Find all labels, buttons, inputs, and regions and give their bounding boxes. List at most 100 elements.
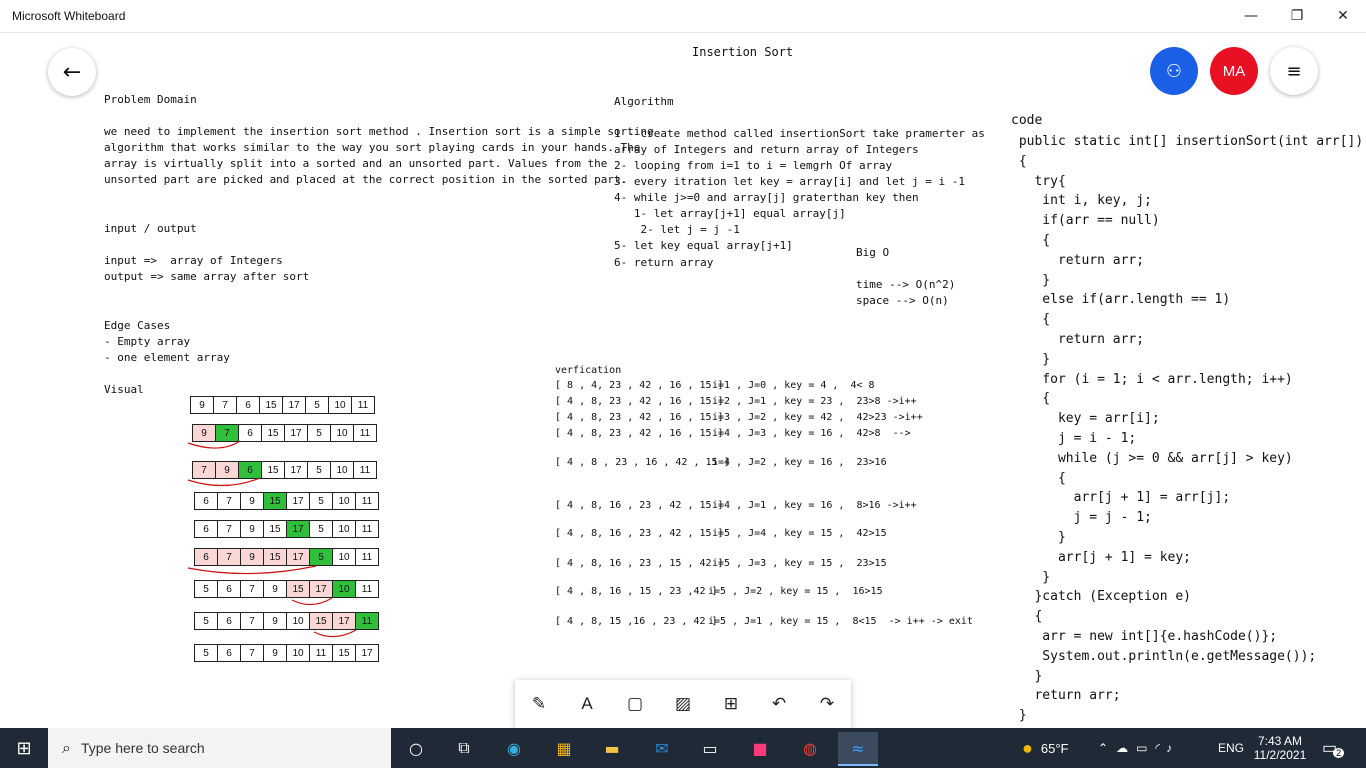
code-line: return arr; — [1011, 332, 1145, 347]
algorithm-line: 6- return array — [614, 256, 714, 269]
chevron-up-icon[interactable]: ⌃ — [1098, 741, 1108, 755]
bigo-time: time --> O(n^2) — [856, 278, 956, 291]
code-line: if(arr == null) — [1011, 213, 1160, 229]
weather-widget[interactable]: ● 65°F — [1022, 728, 1068, 768]
code-line: } — [1011, 351, 1051, 367]
verification-note: i=4 , J=3 , key = 16 , 42>8 --> — [712, 428, 911, 439]
verification-array: [ 4 , 8, 16 , 23 , 42 , 15 ] — [555, 500, 724, 511]
whiteboard-app[interactable]: ≈ — [838, 732, 878, 766]
verification-array: [ 4 , 8, 23 , 42 , 16 , 15 ] — [555, 428, 724, 439]
code-line: try{ — [1011, 173, 1066, 189]
explorer-app[interactable]: ▬ — [592, 732, 632, 764]
taskbar: ⊞ ⌕ Type here to search ○ ⧉ ◉ ▦ ▬ ✉ ▭ ■ … — [0, 728, 1366, 768]
whiteboard-toolbar: ✎ A ▢ ▨ ⊞ ↶ ↷ — [515, 680, 851, 728]
folder-icon: ▬ — [604, 738, 620, 758]
circle-icon: ○ — [409, 738, 423, 758]
verification-note: i=5 , J=2 , key = 15 , 16>15 — [708, 586, 883, 597]
note-tool-button[interactable]: ▢ — [619, 688, 651, 720]
wifi-icon[interactable]: ◜ — [1155, 741, 1160, 755]
verification-note: i=5 , J=1 , key = 15 , 8<15 -> i++ -> ex… — [708, 616, 973, 627]
verification-array: [ 4 , 8 , 23 , 16 , 42 , 15 ] — [555, 457, 730, 468]
code-line: }catch (Exception e) — [1011, 589, 1192, 605]
code-line: j = i - 1; — [1011, 431, 1137, 446]
insert-button[interactable]: ⊞ — [715, 688, 747, 720]
code-line: return arr; — [1011, 252, 1145, 268]
redo-button[interactable]: ↷ — [811, 688, 843, 720]
swap-arrow — [313, 629, 357, 638]
network-icon[interactable]: ▭ — [1136, 741, 1147, 755]
chrome-app[interactable]: ◍ — [790, 732, 830, 764]
volume-icon[interactable]: ♪ — [1166, 741, 1172, 755]
code-line: } — [1011, 668, 1043, 684]
algorithm-line: 3- every itration let key = array[i] and… — [614, 175, 965, 188]
swap-arrow — [187, 440, 241, 449]
clock[interactable]: 7:43 AM 11/2/2021 — [1253, 728, 1307, 768]
algorithm-line: array of Integers and return array of In… — [614, 143, 919, 156]
cortana-button[interactable]: ○ — [396, 732, 436, 764]
terminal-app[interactable]: ▭ — [690, 732, 730, 764]
verification-array: [ 4 , 8, 16 , 15 , 23 ,42 ] — [555, 586, 718, 597]
code-line: int i, key, j; — [1011, 193, 1152, 209]
pen-icon: ✎ — [531, 694, 547, 714]
verification-array: [ 8 , 4, 23 , 42 , 16 , 15 ] — [555, 380, 724, 391]
redo-icon: ↷ — [819, 694, 835, 714]
image-icon: ▨ — [674, 694, 692, 714]
verification-note: i=2 , J=1 , key = 23 , 23>8 ->i++ — [712, 396, 917, 407]
task-view-button[interactable]: ⧉ — [444, 732, 484, 764]
start-button[interactable]: ⊞ — [4, 732, 44, 764]
code-line: while (j >= 0 && arr[j] > key) — [1011, 450, 1293, 466]
algorithm-line: 4- while j>=0 and array[j] graterthan ke… — [614, 191, 919, 204]
verification-note: i=1 , J=0 , key = 4 , 4< 8 — [712, 380, 875, 391]
notification-button[interactable]: ▭ 2 — [1322, 728, 1345, 768]
image-tool-button[interactable]: ▨ — [667, 688, 699, 720]
code-line: public static int[] insertionSort(int ar… — [1011, 134, 1364, 149]
code-line: } — [1011, 569, 1051, 585]
swap-arrow — [291, 597, 333, 606]
verification-array: [ 4 , 8, 16 , 23 , 42 , 15 ] — [555, 528, 724, 539]
verification-note: i=3 , J=2 , key = 42 , 42>23 ->i++ — [712, 412, 923, 423]
code-line: { — [1011, 233, 1051, 248]
code-line: arr[j + 1] = arr[j]; — [1011, 490, 1231, 506]
algorithm-line: 5- let key equal array[j+1] — [614, 239, 793, 252]
cloud-icon[interactable]: ☁ — [1116, 741, 1128, 755]
store-app[interactable]: ▦ — [544, 732, 584, 764]
code-line: for (i = 1; i < arr.length; i++) — [1011, 371, 1293, 387]
plus-box-icon: ⊞ — [723, 694, 739, 714]
algorithm-heading: Algorithm — [614, 95, 674, 108]
verification-array: [ 4 , 8, 16 , 23 , 15 , 42 ] — [555, 558, 724, 569]
store-icon: ▦ — [556, 738, 572, 758]
pen-tool-button[interactable]: ✎ — [523, 688, 555, 720]
code-line: { — [1011, 609, 1043, 625]
taskbar-search[interactable]: ⌕ Type here to search — [48, 728, 391, 768]
chrome-icon: ◍ — [803, 738, 817, 758]
code-line: System.out.println(e.getMessage()); — [1011, 648, 1317, 664]
code-line: { — [1011, 153, 1027, 169]
mail-app[interactable]: ✉ — [642, 732, 682, 764]
notification-count: 2 — [1333, 748, 1345, 758]
code-line: else if(arr.length == 1) — [1011, 292, 1231, 308]
weather-temp: 65°F — [1040, 740, 1069, 756]
undo-icon: ↶ — [771, 694, 787, 714]
code-line: arr[j + 1] = key; — [1011, 549, 1192, 565]
text-tool-button[interactable]: A — [571, 688, 603, 720]
swap-arrow — [187, 477, 261, 487]
language-indicator[interactable]: ENG — [1218, 728, 1244, 768]
windows-icon: ⊞ — [16, 737, 32, 759]
algorithm-line: 2- looping from i=1 to i = lemgrh Of arr… — [614, 159, 893, 172]
intellij-app[interactable]: ■ — [740, 732, 780, 764]
code-line: { — [1011, 470, 1066, 486]
clock-date: 11/2/2021 — [1253, 748, 1307, 762]
algorithm-line: 2- let j = j -1 — [614, 223, 740, 236]
code-line: return arr; — [1011, 688, 1121, 704]
search-icon: ⌕ — [62, 738, 71, 757]
swap-arrow — [187, 565, 317, 575]
undo-button[interactable]: ↶ — [763, 688, 795, 720]
edge-icon: ◉ — [507, 738, 521, 758]
code-line: { — [1011, 312, 1051, 328]
whiteboard-icon: ≈ — [851, 738, 865, 758]
bigo-space: space --> O(n) — [856, 294, 949, 307]
algorithm-line: 1- let array[j+1] equal array[j] — [614, 207, 846, 220]
edge-app[interactable]: ◉ — [494, 732, 534, 764]
sun-icon: ● — [1022, 737, 1033, 758]
code-line: } — [1011, 708, 1027, 724]
